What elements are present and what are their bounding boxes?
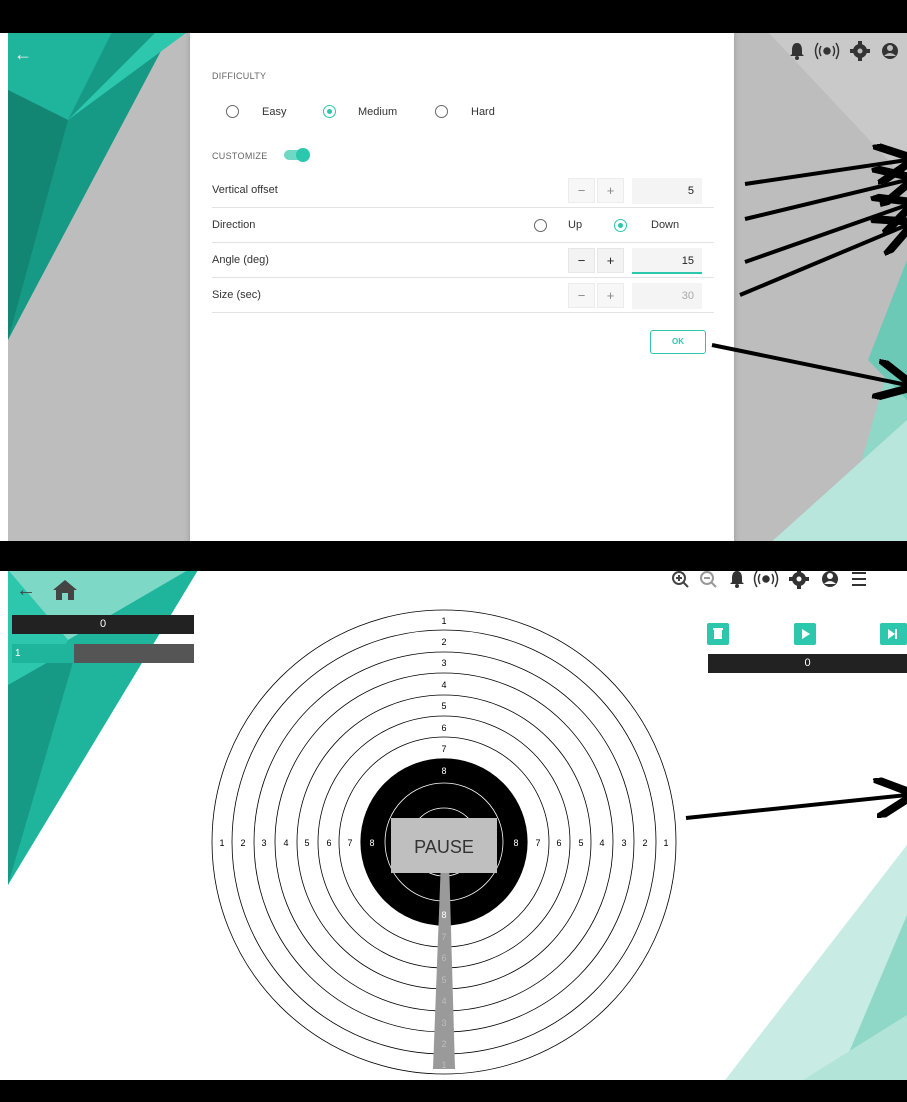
- ring-label-bottom: 3: [441, 1018, 446, 1028]
- difficulty-heading: DIFFICULTY: [212, 71, 267, 81]
- screenshot-composite: ← DIFFICULTY Easy Medium Hard CUSTOMIZE …: [0, 0, 907, 1102]
- shooting-target[interactable]: 1 2 3 4 5 6 7 8 1 2 3 4 5 6 7 8 8 7 6 5 4 3 2 1 8 7 6 5 4 3 2 1 PAUSE: [8, 545, 907, 1102]
- size-label: Size (sec): [212, 289, 261, 301]
- ring-label-top: 1: [441, 616, 446, 626]
- vertical-offset-row: Vertical offset − + 5: [212, 173, 714, 208]
- ring-label-bottom: 6: [441, 953, 446, 963]
- ring-label-top: 7: [441, 744, 446, 754]
- ring-label-left: 5: [304, 838, 309, 848]
- vertical-offset-plus-button[interactable]: +: [597, 178, 624, 203]
- direction-label: Direction: [212, 219, 256, 231]
- target-screen: ← 0 1 0 1 2 3 4 5 6 7 8 1 2 3 4 5 6 7 8 …: [8, 545, 907, 1102]
- vertical-offset-label: Vertical offset: [212, 184, 278, 196]
- ring-label-top: 4: [441, 680, 446, 690]
- angle-minus-button[interactable]: −: [568, 248, 595, 273]
- ring-label-right: 6: [556, 838, 561, 848]
- size-minus-button[interactable]: −: [568, 283, 595, 308]
- ring-label-right: 7: [535, 838, 540, 848]
- customize-toggle[interactable]: [284, 148, 310, 162]
- middle-black-bar: [0, 541, 907, 571]
- pause-label: PAUSE: [414, 837, 474, 857]
- hard-radio[interactable]: [435, 105, 448, 118]
- direction-row: Direction Up Down: [212, 208, 714, 243]
- ring-label-left: 6: [326, 838, 331, 848]
- angle-row: Angle (deg) − + 15: [212, 243, 714, 278]
- ring-label-right: 4: [599, 838, 604, 848]
- ring-label-top: 2: [441, 637, 446, 647]
- easy-radio[interactable]: [226, 105, 239, 118]
- difficulty-dialog: DIFFICULTY Easy Medium Hard CUSTOMIZE Ve…: [190, 33, 734, 545]
- angle-input[interactable]: 15: [632, 248, 702, 274]
- ring-label-top: 5: [441, 701, 446, 711]
- direction-up-radio[interactable]: [534, 219, 547, 232]
- ring-label-right: 8: [513, 838, 518, 848]
- ring-label-top: 8: [441, 766, 446, 776]
- back-arrow-icon[interactable]: ←: [14, 44, 32, 64]
- ring-label-bottom: 1: [441, 1060, 446, 1070]
- ring-label-left: 1: [219, 838, 224, 848]
- settings-screen: ← DIFFICULTY Easy Medium Hard CUSTOMIZE …: [8, 0, 907, 545]
- hard-label: Hard: [471, 106, 495, 118]
- size-input[interactable]: 30: [632, 283, 702, 309]
- customize-heading: CUSTOMIZE: [212, 151, 268, 161]
- bottom-black-bar: [0, 1080, 907, 1102]
- ring-label-left: 2: [240, 838, 245, 848]
- ring-label-top: 6: [441, 723, 446, 733]
- gear-icon[interactable]: [850, 41, 870, 61]
- direction-down-label: Down: [651, 219, 680, 231]
- medium-label: Medium: [358, 106, 398, 118]
- radio-signal-icon[interactable]: [814, 42, 840, 60]
- ring-label-bottom: 8: [441, 910, 446, 920]
- ring-label-bottom: 4: [441, 996, 446, 1006]
- ok-button[interactable]: OK: [650, 330, 706, 354]
- top-black-bar: [0, 0, 907, 33]
- medium-radio[interactable]: [323, 105, 336, 118]
- size-row: Size (sec) − + 30: [212, 278, 714, 313]
- ring-label-right: 1: [663, 838, 668, 848]
- ring-label-bottom: 7: [441, 932, 446, 942]
- ring-label-right: 5: [578, 838, 583, 848]
- bell-icon[interactable]: [790, 43, 804, 60]
- ring-label-left: 7: [347, 838, 352, 848]
- ring-label-left: 8: [369, 838, 374, 848]
- angle-label: Angle (deg): [212, 254, 269, 266]
- angle-plus-button[interactable]: +: [597, 248, 624, 273]
- top-toolbar: [790, 41, 898, 61]
- ring-label-right: 3: [621, 838, 626, 848]
- ring-label-left: 4: [283, 838, 288, 848]
- ring-label-bottom: 2: [441, 1039, 446, 1049]
- vertical-offset-input[interactable]: 5: [632, 178, 702, 204]
- vertical-offset-minus-button[interactable]: −: [568, 178, 595, 203]
- direction-up-label: Up: [568, 219, 583, 231]
- direction-down-radio[interactable]: [614, 219, 627, 232]
- easy-label: Easy: [262, 106, 287, 118]
- user-icon[interactable]: [882, 43, 898, 59]
- ring-label-top: 3: [441, 658, 446, 668]
- ring-label-right: 2: [642, 838, 647, 848]
- ring-label-bottom: 5: [441, 975, 446, 985]
- size-plus-button[interactable]: +: [597, 283, 624, 308]
- ring-label-left: 3: [261, 838, 266, 848]
